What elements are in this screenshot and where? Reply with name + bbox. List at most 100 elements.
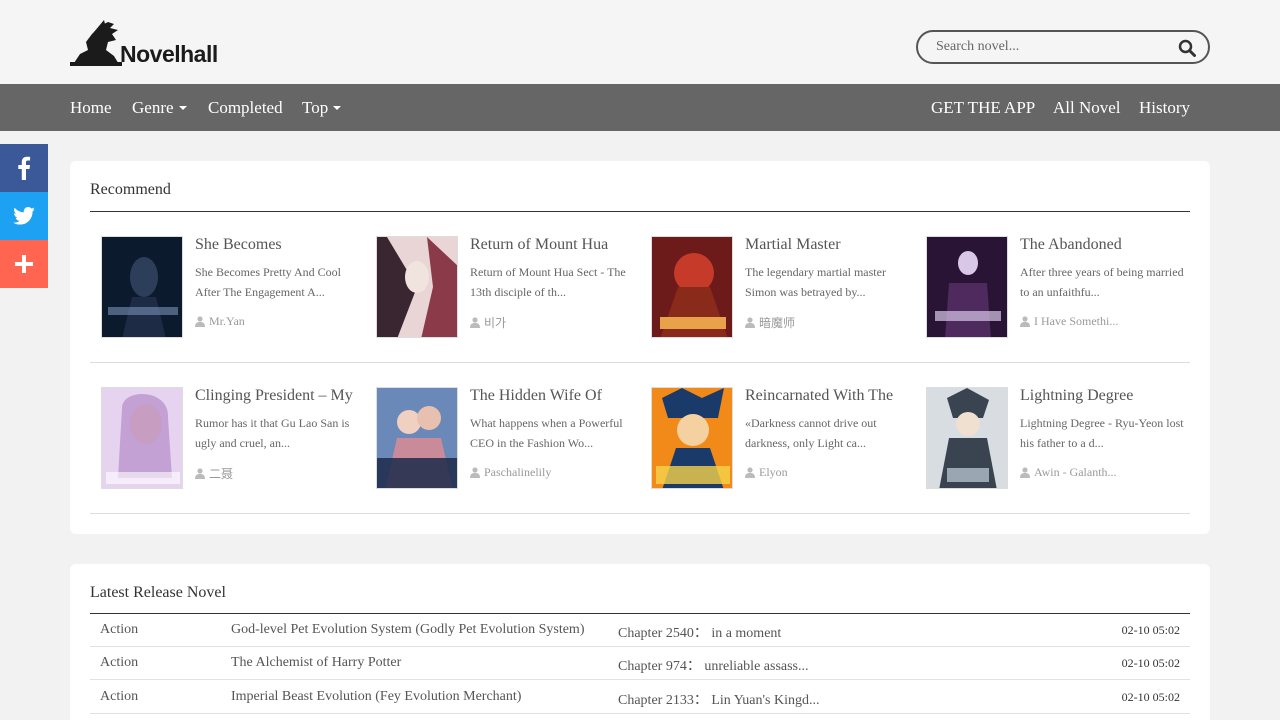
latest-release-title: Latest Release Novel [90,584,226,601]
book-card[interactable]: Reincarnated With The «Darkness cannot d… [651,387,916,489]
user-icon [1020,316,1030,327]
book-title[interactable]: Martial Master [745,236,915,254]
book-title[interactable]: Clinging President – My [195,387,365,405]
book-card[interactable]: The Abandoned After three years of being… [926,236,1191,338]
logo-text: Novelhall [120,41,218,67]
nav-top-dropdown[interactable]: Top [302,84,342,131]
book-author-name: I Have Somethi... [1034,314,1119,328]
book-author: Awin - Galanth... [1020,465,1117,480]
logo-figure-icon [70,20,122,66]
book-title[interactable]: Return of Mount Hua [470,236,640,254]
book-author: 暗魔师 [745,314,795,331]
book-title[interactable]: The Hidden Wife Of [470,387,640,405]
user-icon [470,317,480,328]
book-title[interactable]: The Abandoned [1020,236,1190,254]
book-card[interactable]: Lightning Degree Lightning Degree - Ryu-… [926,387,1191,489]
nav-completed[interactable]: Completed [208,84,283,131]
search-icon[interactable] [1178,39,1196,57]
book-author-name: 暗魔师 [759,316,796,330]
nav-get-app[interactable]: GET THE APP [931,84,1035,131]
nav-history[interactable]: History [1139,84,1190,131]
book-description: What happens when a Powerful CEO in the … [470,416,623,450]
book-card[interactable]: Return of Mount Hua Return of Mount Hua … [376,236,641,338]
nav-all-novel-label: All Novel [1053,98,1121,117]
book-cover[interactable] [101,387,183,489]
user-icon [745,467,755,478]
book-author-name: Paschalinelily [484,465,552,479]
nav-all-novel[interactable]: All Novel [1053,84,1121,131]
user-icon [1020,467,1030,478]
book-description: Return of Mount Hua Sect - The 13th disc… [470,265,626,299]
recommend-title-rule [90,211,1190,212]
row-chapter[interactable]: Chapter 2540： in a moment [618,622,781,642]
book-author: Elyon [745,465,788,480]
site-header: Novelhall [0,0,1280,84]
row-novel-title[interactable]: Imperial Beast Evolution (Fey Evolution … [231,689,521,705]
table-row: Action The Alchemist of Harry Potter Cha… [90,647,1190,680]
book-card[interactable]: Martial Master The legendary martial mas… [651,236,916,338]
book-author-name: 二聂 [209,467,234,481]
nav-genre-dropdown[interactable]: Genre [132,84,187,131]
book-author-name: Elyon [759,465,788,479]
nav-completed-label: Completed [208,98,283,117]
row-chapter[interactable]: Chapter 2133： Lin Yuan's Kingd... [618,689,819,709]
book-cover[interactable] [376,387,458,489]
twitter-icon [13,207,35,225]
book-description: Lightning Degree - Ryu-Yeon lost his fat… [1020,416,1184,450]
book-author: 비가 [470,314,506,331]
search-input[interactable] [918,32,1168,62]
nav-home[interactable]: Home [70,84,112,131]
recommend-title: Recommend [90,181,171,198]
site-logo[interactable]: Novelhall [70,18,218,66]
row-novel-title[interactable]: God-level Pet Evolution System (Godly Pe… [231,622,584,638]
divider [90,513,1190,514]
table-row: Action Imperial Beast Evolution (Fey Evo… [90,681,1190,714]
book-author-name: Mr.Yan [209,314,245,328]
row-time: 02-10 05:02 [1121,690,1180,704]
search-box [916,30,1210,64]
book-cover[interactable] [926,236,1008,338]
book-card[interactable]: Clinging President – My Rumor has it tha… [101,387,366,489]
book-description: «Darkness cannot drive out darkness, onl… [745,416,877,450]
book-card[interactable]: The Hidden Wife Of What happens when a P… [376,387,641,489]
book-author: 二聂 [195,465,233,482]
main-nav: Home Genre Completed Top GET THE APP All… [0,84,1280,131]
nav-genre-label: Genre [132,98,174,117]
book-cover[interactable] [651,387,733,489]
book-cover[interactable] [651,236,733,338]
book-cover[interactable] [101,236,183,338]
book-author: I Have Somethi... [1020,314,1118,329]
more-share-button[interactable] [0,240,48,288]
nav-get-app-label: GET THE APP [931,98,1036,117]
user-icon [195,468,205,479]
book-description: She Becomes Pretty And Cool After The En… [195,265,341,299]
nav-home-label: Home [70,98,112,117]
book-cover[interactable] [376,236,458,338]
row-time: 02-10 05:02 [1121,656,1180,670]
book-title[interactable]: Lightning Degree [1020,387,1190,405]
book-cover[interactable] [926,387,1008,489]
row-genre[interactable]: Action [100,655,138,671]
caret-down-icon [333,106,342,111]
book-author-name: 비가 [484,316,507,330]
nav-history-label: History [1139,98,1190,117]
latest-release-panel: Latest Release Novel Action God-level Pe… [70,564,1210,720]
row-genre[interactable]: Action [100,689,138,705]
row-novel-title[interactable]: The Alchemist of Harry Potter [231,655,401,671]
user-icon [470,467,480,478]
row-time: 02-10 05:02 [1121,623,1180,637]
nav-top-label: Top [302,98,329,117]
twitter-share-button[interactable] [0,192,48,240]
share-plus-icon [15,255,33,273]
facebook-share-button[interactable] [0,144,48,192]
book-card[interactable]: She Becomes She Becomes Pretty And Cool … [101,236,366,338]
facebook-icon [18,156,31,180]
book-author: Mr.Yan [195,314,245,329]
book-title[interactable]: Reincarnated With The [745,387,915,405]
recommend-panel: Recommend She Becomes She Becomes Pretty… [70,161,1210,534]
row-genre[interactable]: Action [100,622,138,638]
row-chapter[interactable]: Chapter 974： unreliable assass... [618,655,809,675]
book-author: Paschalinelily [470,465,551,480]
book-title[interactable]: She Becomes [195,236,365,254]
book-description: The legendary martial master Simon was b… [745,265,886,299]
